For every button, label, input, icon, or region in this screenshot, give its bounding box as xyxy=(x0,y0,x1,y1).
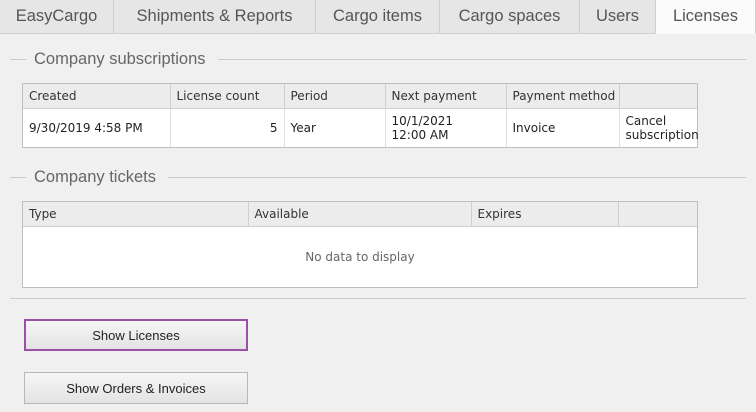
cancel-subscription-line1[interactable]: Cancel xyxy=(626,114,692,128)
tab-cargo-spaces[interactable]: Cargo spaces xyxy=(440,0,580,33)
cell-payment-method: Invoice xyxy=(506,108,620,147)
column-header-type[interactable]: Type xyxy=(23,202,249,227)
tab-cargo-items[interactable]: Cargo items xyxy=(316,0,440,33)
cancel-subscription-line2[interactable]: subscription xyxy=(626,128,699,142)
subscriptions-header-row: Created License count Period Next paymen… xyxy=(23,84,697,109)
cell-period: Year xyxy=(284,108,386,147)
column-header-available[interactable]: Available xyxy=(248,202,472,227)
empty-grid-message: No data to display xyxy=(305,250,415,264)
subscriptions-title: Company subscriptions xyxy=(34,49,206,68)
tab-users[interactable]: Users xyxy=(580,0,656,33)
group-divider xyxy=(10,176,26,178)
tickets-group-header: Company tickets xyxy=(10,167,746,187)
subscriptions-grid: Created License count Period Next paymen… xyxy=(22,83,699,148)
column-header-expires[interactable]: Expires xyxy=(471,202,619,227)
section-divider xyxy=(10,298,746,299)
tickets-header-row: Type Available Expires xyxy=(23,202,697,227)
column-header-actions xyxy=(619,84,697,109)
tab-easycargo[interactable]: EasyCargo xyxy=(0,0,114,33)
group-divider xyxy=(167,176,746,178)
group-divider xyxy=(10,58,26,60)
show-licenses-button[interactable]: Show Licenses xyxy=(24,319,248,351)
tab-licenses[interactable]: Licenses xyxy=(656,0,756,34)
column-header-period[interactable]: Period xyxy=(284,84,386,109)
group-divider xyxy=(217,58,746,60)
cell-created: 9/30/2019 4:58 PM xyxy=(23,108,171,147)
tab-bar: EasyCargo Shipments & Reports Cargo item… xyxy=(0,0,756,34)
next-payment-date: 10/1/2021 xyxy=(391,113,454,128)
cell-license-count: 5 xyxy=(170,108,285,147)
tickets-grid: Type Available Expires No data to displa… xyxy=(22,201,698,288)
tickets-title: Company tickets xyxy=(34,167,156,186)
table-row: 9/30/2019 4:58 PM 5 Year 10/1/2021 12:00… xyxy=(23,108,699,147)
next-payment-time: 12:00 AM xyxy=(391,127,449,142)
column-header-next-payment[interactable]: Next payment xyxy=(385,84,507,109)
column-header-created[interactable]: Created xyxy=(23,84,171,109)
column-header-extra xyxy=(618,202,697,227)
subscriptions-group-header: Company subscriptions xyxy=(10,49,746,69)
cell-next-payment: 10/1/2021 12:00 AM xyxy=(385,108,507,147)
tab-shipments-reports[interactable]: Shipments & Reports xyxy=(114,0,316,33)
column-header-license-count[interactable]: License count xyxy=(170,84,285,109)
column-header-payment-method[interactable]: Payment method xyxy=(506,84,620,109)
show-orders-invoices-button[interactable]: Show Orders & Invoices xyxy=(24,372,248,404)
cancel-subscription-link[interactable]: Cancel subscription xyxy=(619,109,699,147)
